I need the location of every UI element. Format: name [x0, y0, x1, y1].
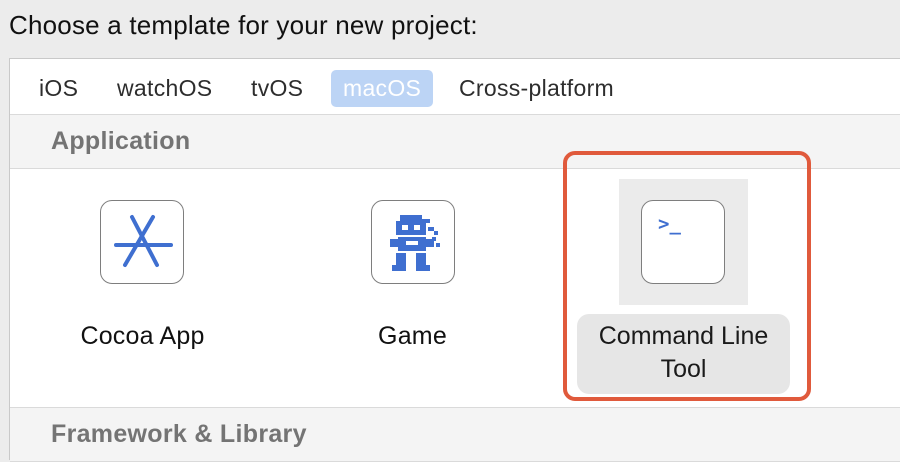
template-prompt: Choose a template for your new project: [9, 10, 478, 40]
section-header-framework-library: Framework & Library [10, 407, 900, 462]
section-header-application: Application [10, 114, 900, 169]
game-label[interactable]: Game [320, 322, 505, 351]
cocoa-app-template[interactable] [100, 200, 184, 284]
tab-watchos[interactable]: watchOS [105, 70, 224, 107]
section-title-framework-library: Framework & Library [51, 420, 307, 448]
tab-cross-platform[interactable]: Cross-platform [447, 70, 626, 107]
command-line-tool-label[interactable]: Command Line Tool [577, 314, 790, 394]
tab-tvos[interactable]: tvOS [239, 70, 315, 107]
platform-tabs: iOS watchOS tvOS macOS Cross-platform [10, 59, 900, 114]
tab-ios[interactable]: iOS [27, 70, 90, 107]
game-template[interactable] [371, 200, 455, 284]
tab-macos[interactable]: macOS [331, 70, 434, 107]
command-line-tool-template[interactable]: >_ [641, 200, 725, 284]
app-store-icon [114, 215, 173, 267]
template-panel: iOS watchOS tvOS macOS Cross-platform Ap… [9, 58, 900, 462]
game-sprite-icon [390, 215, 440, 271]
cocoa-app-label[interactable]: Cocoa App [50, 322, 235, 351]
section-title-application: Application [51, 127, 191, 155]
terminal-icon: >_ [658, 213, 681, 235]
